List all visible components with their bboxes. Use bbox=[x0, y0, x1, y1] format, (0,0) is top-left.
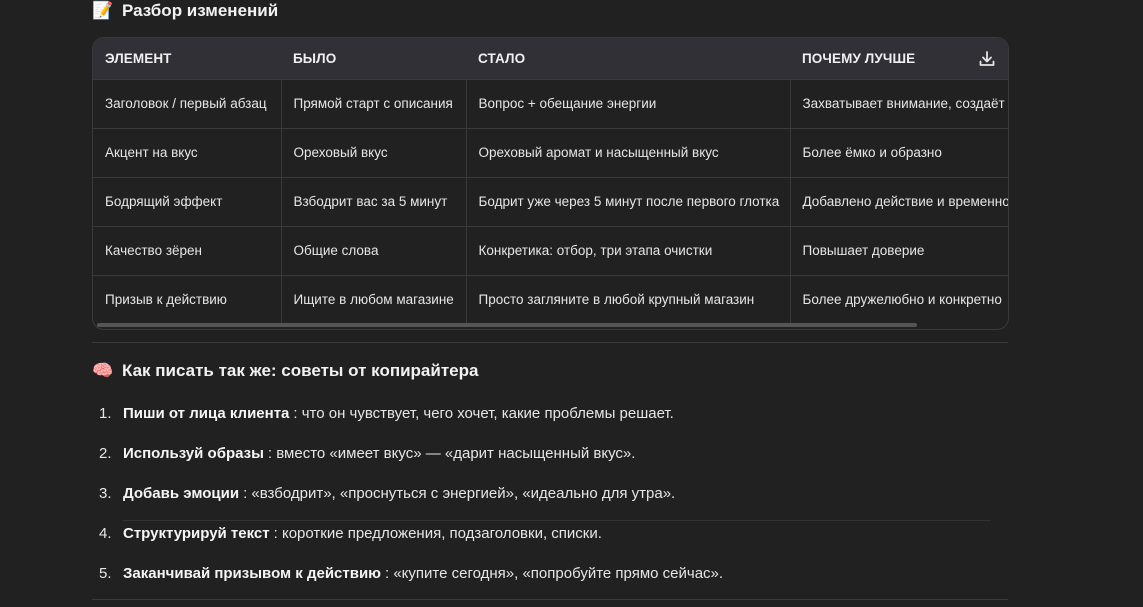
tip-text: : «купите сегодня», «попробуйте прямо се… bbox=[385, 564, 724, 582]
table-row: Качество зёрен Общие слова Конкретика: о… bbox=[93, 226, 1008, 275]
tip-bold: Заканчивай призывом к действию bbox=[123, 564, 381, 582]
table-cell: Акцент на вкус bbox=[105, 145, 198, 160]
list-number: 5. bbox=[99, 564, 112, 582]
list-separator bbox=[123, 520, 991, 521]
list-number: 1. bbox=[99, 404, 112, 422]
list-item: 2. Используй образы : вместо «имеет вкус… bbox=[92, 433, 1008, 473]
tip-text: : «взбодрит», «проснуться с энергией», «… bbox=[243, 484, 676, 502]
tip-bold: Структурируй текст bbox=[123, 524, 270, 542]
table-cell: Более ёмко и образно bbox=[789, 128, 1008, 177]
memo-icon: 📝 bbox=[92, 1, 114, 20]
table-cell: Качество зёрен bbox=[105, 243, 202, 258]
section-divider bbox=[92, 342, 1008, 343]
tip-text: : вместо «имеет вкус» — «дарит насыщенны… bbox=[267, 444, 636, 462]
column-header-element: ЭЛЕМЕНТ bbox=[105, 50, 172, 66]
table-cell: Ореховый вкус bbox=[280, 128, 466, 177]
tip-text: : короткие предложения, подзаголовки, сп… bbox=[273, 524, 602, 542]
tip-bold: Добавь эмоции bbox=[123, 484, 240, 502]
table-cell: Добавлено действие и временно bbox=[789, 177, 1008, 226]
list-item: 3. Добавь эмоции : «взбодрит», «проснуть… bbox=[92, 473, 1008, 513]
table-cell: Конкретика: отбор, три этапа очистки bbox=[465, 226, 790, 275]
download-icon bbox=[979, 51, 995, 66]
tip-bold: Пиши от лица клиента bbox=[123, 404, 290, 422]
table-cell: Более дружелюбно и конкретно bbox=[789, 275, 1008, 324]
download-table-button[interactable] bbox=[976, 48, 998, 70]
changes-table-container[interactable]: ЭЛЕМЕНТ БЫЛО СТАЛО ПОЧЕМУ ЛУЧШЕ Заголово… bbox=[92, 37, 1009, 330]
table-cell: Призыв к действию bbox=[105, 292, 227, 308]
list-item: 5. Заканчивай призывом к действию : «куп… bbox=[92, 553, 1008, 593]
section-divider bbox=[92, 599, 1008, 600]
table-cell: Ореховый аромат и насыщенный вкус bbox=[465, 128, 790, 177]
table-row: Заголовок / первый абзац Прямой старт с … bbox=[93, 79, 1008, 128]
table-cell: Ищите в любом магазине bbox=[280, 275, 466, 324]
table-row: Бодрящий эффект Взбодрит вас за 5 минут … bbox=[93, 177, 1008, 226]
table-cell: Захватывает внимание, создаёт л bbox=[789, 79, 1008, 128]
table-cell: Повышает доверие bbox=[789, 226, 1008, 275]
list-number: 2. bbox=[99, 444, 112, 462]
list-number: 4. bbox=[99, 524, 112, 542]
table-row: Призыв к действию Ищите в любом магазине… bbox=[93, 275, 1008, 324]
tip-bold: Используй образы bbox=[123, 444, 264, 462]
table-cell: Вопрос + обещание энергии bbox=[465, 79, 790, 128]
table-cell: Прямой старт с описания bbox=[280, 79, 466, 128]
table-cell: Бодрит уже через 5 минут после первого г… bbox=[465, 177, 790, 226]
table-cell: Бодрящий эффект bbox=[105, 194, 223, 209]
list-number: 3. bbox=[99, 484, 112, 502]
table-cell: Взбодрит вас за 5 минут bbox=[280, 177, 466, 226]
section-heading-text: Разбор изменений bbox=[122, 1, 279, 20]
column-header-became: СТАЛО bbox=[478, 50, 526, 66]
column-header-was: БЫЛО bbox=[293, 50, 337, 66]
tips-list: 1. Пиши от лица клиента : что он чувству… bbox=[92, 393, 1008, 593]
table-row: Акцент на вкус Ореховый вкус Ореховый ар… bbox=[93, 128, 1008, 177]
section-heading-changes: 📝 Разбор изменений bbox=[92, 0, 278, 22]
tip-text: : что он чувствует, чего хочет, какие пр… bbox=[293, 404, 674, 422]
table-cell: Заголовок / первый абзац bbox=[105, 96, 267, 111]
table-cell: Просто загляните в любой крупный магазин bbox=[465, 275, 790, 324]
section-heading-tips: 🧠 Как писать так же: советы от копирайте… bbox=[92, 360, 478, 382]
brain-icon: 🧠 bbox=[92, 361, 114, 380]
section-heading-text: Как писать так же: советы от копирайтера bbox=[122, 361, 479, 380]
changes-table: ЭЛЕМЕНТ БЫЛО СТАЛО ПОЧЕМУ ЛУЧШЕ Заголово… bbox=[93, 38, 1008, 324]
table-header-row: ЭЛЕМЕНТ БЫЛО СТАЛО ПОЧЕМУ ЛУЧШЕ bbox=[93, 38, 1008, 79]
list-item: 4. Структурируй текст : короткие предлож… bbox=[92, 513, 1008, 553]
horizontal-scrollbar[interactable] bbox=[97, 323, 917, 327]
list-item: 1. Пиши от лица клиента : что он чувству… bbox=[92, 393, 1008, 433]
table-cell: Общие слова bbox=[280, 226, 466, 275]
